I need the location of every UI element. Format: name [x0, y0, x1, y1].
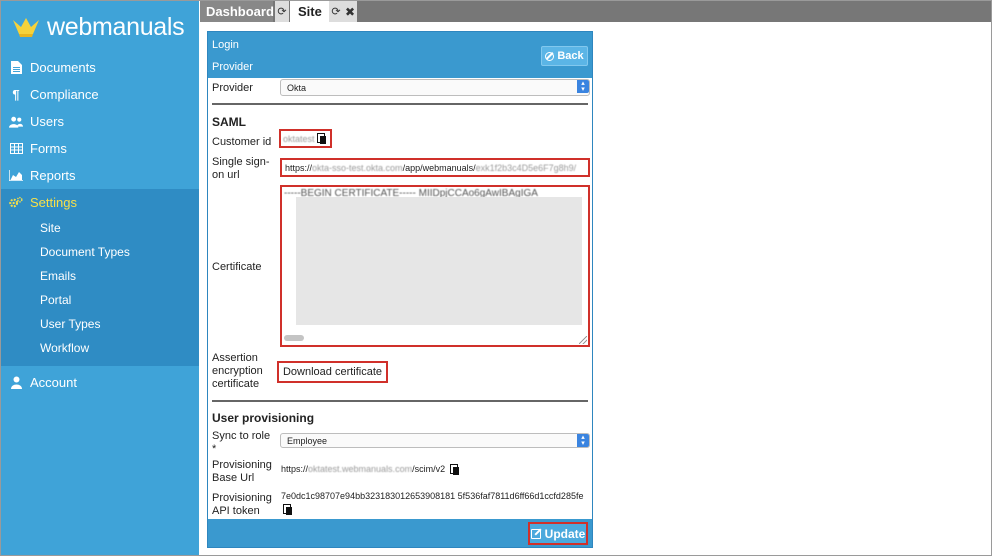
sidebar-item-account[interactable]: Account [1, 369, 199, 396]
sso-url-input[interactable]: https:// okta-sso-test.okta.com /app/web… [280, 158, 590, 177]
sidebar-subitem-workflow[interactable]: Workflow [1, 336, 199, 360]
download-certificate-button[interactable]: Download certificate [277, 361, 388, 383]
sidebar-item-settings[interactable]: Settings [1, 189, 199, 216]
api-token-value: 7e0dc1c98707e94bb323183012653908181 5f53… [281, 491, 584, 501]
user-provisioning-title: User provisioning [212, 411, 315, 425]
select-arrows-icon: ▴ ▾ [577, 434, 589, 447]
base-url-blurred: oktatest.webmanuals.com [308, 464, 413, 474]
edit-icon [530, 527, 542, 539]
sidebar-item-label: Users [30, 114, 64, 129]
copy-icon[interactable] [316, 133, 327, 144]
gears-icon [9, 196, 23, 210]
copy-icon[interactable] [283, 504, 293, 515]
document-icon [9, 61, 23, 75]
copy-icon[interactable] [449, 464, 460, 476]
tab-site[interactable]: Site [290, 1, 329, 22]
base-url-suffix: /scim/v2 [412, 464, 446, 474]
panel-title-line2: Provider [212, 61, 253, 73]
sidebar-subitem-label: Workflow [40, 341, 90, 355]
sidebar-subitem-document-types[interactable]: Document Types [1, 240, 199, 264]
panel-title-line1: Login [212, 39, 239, 51]
sidebar-item-documents[interactable]: Documents [1, 54, 199, 81]
provider-select-value: Okta [287, 82, 307, 93]
base-url-value: https://oktatest.webmanuals.com/scim/v2 [281, 464, 460, 476]
sidebar-subitem-user-types[interactable]: User Types [1, 312, 199, 336]
sidebar-subitem-site[interactable]: Site [1, 216, 199, 240]
saml-section-title: SAML [212, 115, 246, 129]
refresh-icon[interactable]: ⟳ [275, 1, 289, 22]
sidebar-subitem-label: Emails [40, 269, 77, 283]
settings-section: Settings Site Document Types Emails Port… [1, 189, 199, 366]
pilcrow-icon: ¶ [12, 87, 20, 102]
sidebar-item-reports[interactable]: Reports [1, 162, 199, 189]
sidebar: webmanuals Documents ¶ Compliance Users … [1, 1, 199, 555]
tab-dashboard[interactable]: Dashboard [200, 1, 274, 22]
api-token-label: Provisioning API token [212, 492, 272, 517]
tab-label: Site [298, 4, 322, 19]
divider [212, 400, 588, 402]
certificate-textarea[interactable]: -----BEGIN CERTIFICATE----- MIIDpjCCAo6g… [280, 185, 590, 347]
area-chart-icon [9, 169, 23, 183]
sidebar-nav: Documents ¶ Compliance Users Forms Repor… [1, 54, 199, 396]
sync-role-label: Sync to role * [212, 430, 271, 455]
certificate-label: Certificate [212, 261, 262, 273]
sidebar-subitem-emails[interactable]: Emails [1, 264, 199, 288]
sidebar-subitem-portal[interactable]: Portal [1, 288, 199, 312]
divider [212, 103, 588, 105]
select-arrows-icon: ▴ ▾ [577, 80, 589, 93]
sync-role-select[interactable]: Employee ▴ ▾ [280, 433, 590, 448]
sidebar-item-users[interactable]: Users [1, 108, 199, 135]
sso-url-label: Single sign-on url [212, 156, 270, 181]
ban-icon [545, 51, 555, 61]
login-provider-panel: Login Provider Back Provider Okta ▴ ▾ SAM… [207, 31, 593, 548]
sidebar-item-label: Documents [30, 60, 96, 75]
back-button-label: Back [557, 50, 584, 62]
crown-logo-icon [13, 18, 39, 37]
sso-url-prefix: https:// [285, 162, 313, 173]
customer-id-value: oktatest [283, 133, 315, 144]
panel-header: Login Provider Back [208, 32, 592, 78]
sidebar-item-label: Account [30, 375, 77, 390]
provider-label: Provider [212, 82, 253, 94]
base-url-prefix: https:// [281, 464, 309, 474]
logo[interactable]: webmanuals [1, 1, 199, 53]
back-button[interactable]: Back [541, 46, 588, 66]
provider-select[interactable]: Okta ▴ ▾ [280, 79, 590, 96]
table-icon [9, 142, 23, 156]
customer-id-field[interactable]: oktatest [279, 129, 332, 148]
sso-url-mid: /app/webmanuals/ [402, 162, 476, 173]
horizontal-scrollbar[interactable] [284, 335, 304, 341]
customer-id-label: Customer id [212, 136, 272, 148]
tab-bar: Dashboard ⟳ Site ⟳ ✖ [200, 1, 991, 22]
tab-label: Dashboard [206, 4, 274, 19]
sidebar-item-label: Settings [30, 195, 77, 210]
download-certificate-label: Download certificate [282, 366, 383, 378]
sidebar-item-forms[interactable]: Forms [1, 135, 199, 162]
sidebar-item-label: Compliance [30, 87, 99, 102]
sidebar-subitem-label: User Types [40, 317, 101, 331]
panel-footer: Update [208, 519, 592, 547]
users-icon [9, 115, 23, 129]
sidebar-subitem-label: Site [40, 221, 61, 235]
sync-role-value: Employee [287, 435, 328, 446]
update-button-label: Update [544, 526, 586, 541]
user-icon [9, 376, 23, 390]
sidebar-item-label: Reports [30, 168, 76, 183]
resize-handle-icon[interactable] [579, 336, 587, 344]
sidebar-item-label: Forms [30, 141, 67, 156]
sidebar-subitem-label: Portal [40, 293, 72, 307]
base-url-label: Provisioning Base Url [212, 459, 272, 484]
assertion-cert-label: Assertion encryption certificate [212, 352, 263, 390]
sidebar-subitem-label: Document Types [40, 245, 130, 259]
refresh-icon[interactable]: ⟳ [329, 1, 343, 22]
logo-text: webmanuals [47, 12, 185, 41]
update-button[interactable]: Update [528, 522, 588, 545]
close-icon[interactable]: ✖ [343, 1, 357, 22]
certificate-redaction [296, 197, 582, 325]
sso-url-blurred: okta-sso-test.okta.com [312, 162, 403, 173]
sidebar-item-compliance[interactable]: ¶ Compliance [1, 81, 199, 108]
sso-url-tail: exk1f2b3c4D5e6F7g8h9/ [475, 162, 577, 173]
